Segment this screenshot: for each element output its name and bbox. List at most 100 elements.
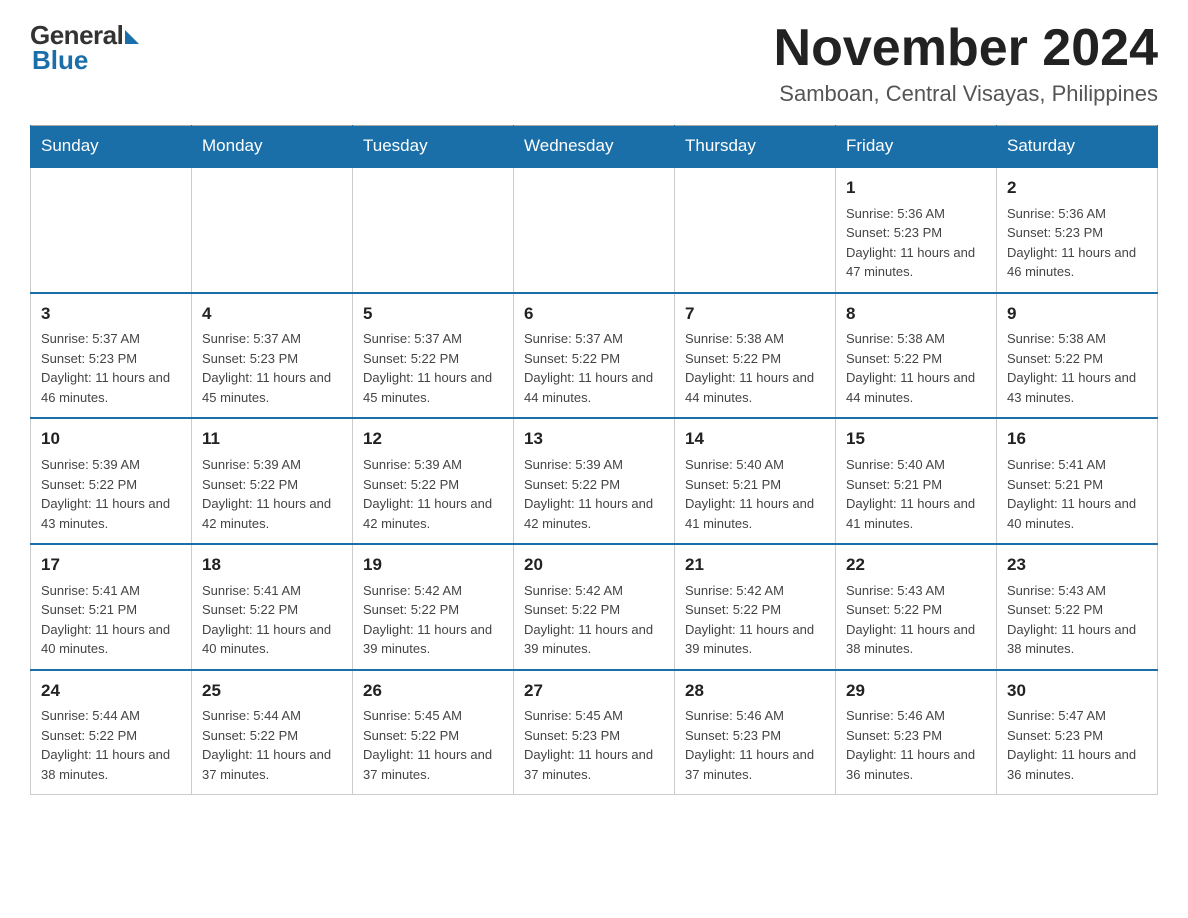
calendar-cell: 9Sunrise: 5:38 AMSunset: 5:22 PMDaylight… — [997, 293, 1158, 419]
day-number: 7 — [685, 302, 825, 327]
day-number: 3 — [41, 302, 181, 327]
day-info: Sunrise: 5:37 AMSunset: 5:23 PMDaylight:… — [202, 329, 342, 407]
day-number: 19 — [363, 553, 503, 578]
calendar-cell: 25Sunrise: 5:44 AMSunset: 5:22 PMDayligh… — [192, 670, 353, 795]
calendar-header-wednesday: Wednesday — [514, 126, 675, 168]
calendar-cell — [31, 167, 192, 293]
calendar-cell: 26Sunrise: 5:45 AMSunset: 5:22 PMDayligh… — [353, 670, 514, 795]
day-number: 16 — [1007, 427, 1147, 452]
calendar-cell: 2 Sunrise: 5:36 AMSunset: 5:23 PMDaylight… — [997, 167, 1158, 293]
calendar-header-friday: Friday — [836, 126, 997, 168]
calendar-cell: 29Sunrise: 5:46 AMSunset: 5:23 PMDayligh… — [836, 670, 997, 795]
calendar-week-row-2: 3 Sunrise: 5:37 AMSunset: 5:23 PMDaylight… — [31, 293, 1158, 419]
day-info: Sunrise: 5:38 AMSunset: 5:22 PMDaylight:… — [1007, 329, 1147, 407]
page-header: General Blue November 2024 Samboan, Cent… — [30, 20, 1158, 107]
calendar-cell: 10 Sunrise: 5:39 AMSunset: 5:22 PMDayligh… — [31, 418, 192, 544]
calendar-cell: 30Sunrise: 5:47 AMSunset: 5:23 PMDayligh… — [997, 670, 1158, 795]
day-number: 30 — [1007, 679, 1147, 704]
day-number: 10 — [41, 427, 181, 452]
day-info: Sunrise: 5:36 AMSunset: 5:23 PMDaylight:… — [846, 204, 986, 282]
calendar-cell: 23Sunrise: 5:43 AMSunset: 5:22 PMDayligh… — [997, 544, 1158, 670]
calendar-cell: 1 Sunrise: 5:36 AMSunset: 5:23 PMDaylight… — [836, 167, 997, 293]
day-number: 20 — [524, 553, 664, 578]
day-info: Sunrise: 5:38 AMSunset: 5:22 PMDaylight:… — [846, 329, 986, 407]
day-number: 9 — [1007, 302, 1147, 327]
calendar-cell: 21 Sunrise: 5:42 AMSunset: 5:22 PMDayligh… — [675, 544, 836, 670]
calendar-week-row-4: 17 Sunrise: 5:41 AMSunset: 5:21 PMDayligh… — [31, 544, 1158, 670]
logo: General Blue — [30, 20, 139, 76]
calendar-header-tuesday: Tuesday — [353, 126, 514, 168]
day-info: Sunrise: 5:37 AMSunset: 5:22 PMDaylight:… — [363, 329, 503, 407]
calendar-header-row: SundayMondayTuesdayWednesdayThursdayFrid… — [31, 126, 1158, 168]
calendar-header-saturday: Saturday — [997, 126, 1158, 168]
day-info: Sunrise: 5:46 AMSunset: 5:23 PMDaylight:… — [846, 706, 986, 784]
calendar-cell: 5Sunrise: 5:37 AMSunset: 5:22 PMDaylight… — [353, 293, 514, 419]
day-number: 8 — [846, 302, 986, 327]
calendar-cell: 14 Sunrise: 5:40 AMSunset: 5:21 PMDayligh… — [675, 418, 836, 544]
day-info: Sunrise: 5:40 AMSunset: 5:21 PMDaylight:… — [846, 455, 986, 533]
day-info: Sunrise: 5:47 AMSunset: 5:23 PMDaylight:… — [1007, 706, 1147, 784]
day-number: 24 — [41, 679, 181, 704]
calendar-cell — [192, 167, 353, 293]
day-number: 14 — [685, 427, 825, 452]
day-number: 1 — [846, 176, 986, 201]
day-number: 11 — [202, 427, 342, 452]
day-number: 28 — [685, 679, 825, 704]
day-info: Sunrise: 5:41 AMSunset: 5:22 PMDaylight:… — [202, 581, 342, 659]
calendar-cell: 13Sunrise: 5:39 AMSunset: 5:22 PMDayligh… — [514, 418, 675, 544]
logo-blue-text: Blue — [32, 45, 88, 76]
calendar-cell: 6Sunrise: 5:37 AMSunset: 5:22 PMDaylight… — [514, 293, 675, 419]
day-number: 4 — [202, 302, 342, 327]
calendar-cell: 27Sunrise: 5:45 AMSunset: 5:23 PMDayligh… — [514, 670, 675, 795]
day-number: 26 — [363, 679, 503, 704]
day-info: Sunrise: 5:42 AMSunset: 5:22 PMDaylight:… — [363, 581, 503, 659]
day-info: Sunrise: 5:41 AMSunset: 5:21 PMDaylight:… — [41, 581, 181, 659]
day-number: 15 — [846, 427, 986, 452]
day-info: Sunrise: 5:43 AMSunset: 5:22 PMDaylight:… — [846, 581, 986, 659]
calendar-cell: 22 Sunrise: 5:43 AMSunset: 5:22 PMDayligh… — [836, 544, 997, 670]
day-info: Sunrise: 5:44 AMSunset: 5:22 PMDaylight:… — [41, 706, 181, 784]
calendar-cell: 8Sunrise: 5:38 AMSunset: 5:22 PMDaylight… — [836, 293, 997, 419]
calendar-cell: 11 Sunrise: 5:39 AMSunset: 5:22 PMDayligh… — [192, 418, 353, 544]
day-info: Sunrise: 5:39 AMSunset: 5:22 PMDaylight:… — [202, 455, 342, 533]
day-number: 12 — [363, 427, 503, 452]
calendar-cell: 4Sunrise: 5:37 AMSunset: 5:23 PMDaylight… — [192, 293, 353, 419]
calendar-table: SundayMondayTuesdayWednesdayThursdayFrid… — [30, 125, 1158, 795]
day-info: Sunrise: 5:39 AMSunset: 5:22 PMDaylight:… — [524, 455, 664, 533]
title-block: November 2024 Samboan, Central Visayas, … — [774, 20, 1158, 107]
day-number: 18 — [202, 553, 342, 578]
calendar-header-monday: Monday — [192, 126, 353, 168]
day-info: Sunrise: 5:42 AMSunset: 5:22 PMDaylight:… — [524, 581, 664, 659]
day-number: 5 — [363, 302, 503, 327]
calendar-header-sunday: Sunday — [31, 126, 192, 168]
day-number: 27 — [524, 679, 664, 704]
day-info: Sunrise: 5:43 AMSunset: 5:22 PMDaylight:… — [1007, 581, 1147, 659]
day-number: 6 — [524, 302, 664, 327]
day-info: Sunrise: 5:44 AMSunset: 5:22 PMDaylight:… — [202, 706, 342, 784]
calendar-week-row-5: 24Sunrise: 5:44 AMSunset: 5:22 PMDayligh… — [31, 670, 1158, 795]
day-number: 25 — [202, 679, 342, 704]
day-info: Sunrise: 5:36 AMSunset: 5:23 PMDaylight:… — [1007, 204, 1147, 282]
day-info: Sunrise: 5:45 AMSunset: 5:22 PMDaylight:… — [363, 706, 503, 784]
calendar-cell: 3Sunrise: 5:37 AMSunset: 5:23 PMDaylight… — [31, 293, 192, 419]
day-number: 29 — [846, 679, 986, 704]
month-title: November 2024 — [774, 20, 1158, 77]
calendar-header-thursday: Thursday — [675, 126, 836, 168]
day-info: Sunrise: 5:40 AMSunset: 5:21 PMDaylight:… — [685, 455, 825, 533]
day-info: Sunrise: 5:42 AMSunset: 5:22 PMDaylight:… — [685, 581, 825, 659]
calendar-week-row-1: 1 Sunrise: 5:36 AMSunset: 5:23 PMDaylight… — [31, 167, 1158, 293]
day-number: 22 — [846, 553, 986, 578]
calendar-cell: 17 Sunrise: 5:41 AMSunset: 5:21 PMDayligh… — [31, 544, 192, 670]
calendar-cell: 18 Sunrise: 5:41 AMSunset: 5:22 PMDayligh… — [192, 544, 353, 670]
calendar-cell: 15 Sunrise: 5:40 AMSunset: 5:21 PMDayligh… — [836, 418, 997, 544]
day-number: 17 — [41, 553, 181, 578]
day-number: 21 — [685, 553, 825, 578]
calendar-cell — [675, 167, 836, 293]
calendar-cell: 28Sunrise: 5:46 AMSunset: 5:23 PMDayligh… — [675, 670, 836, 795]
calendar-cell: 16Sunrise: 5:41 AMSunset: 5:21 PMDayligh… — [997, 418, 1158, 544]
day-info: Sunrise: 5:38 AMSunset: 5:22 PMDaylight:… — [685, 329, 825, 407]
day-info: Sunrise: 5:45 AMSunset: 5:23 PMDaylight:… — [524, 706, 664, 784]
location-title: Samboan, Central Visayas, Philippines — [774, 81, 1158, 107]
day-info: Sunrise: 5:39 AMSunset: 5:22 PMDaylight:… — [41, 455, 181, 533]
day-number: 2 — [1007, 176, 1147, 201]
